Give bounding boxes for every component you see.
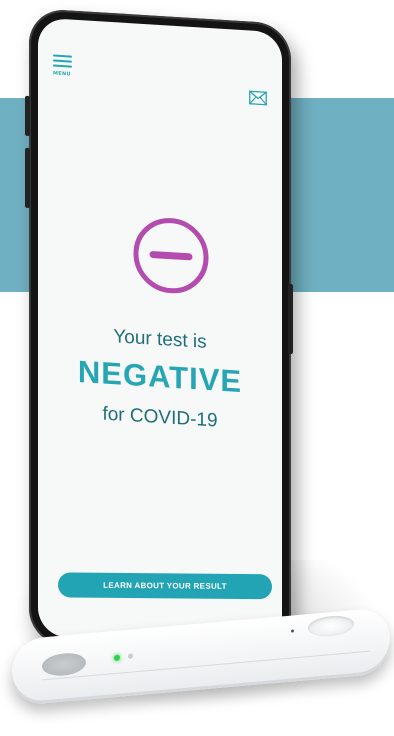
device-status-led <box>114 654 120 662</box>
hamburger-menu-icon[interactable]: MENU <box>53 54 81 86</box>
phone-power-button <box>288 283 293 355</box>
minus-circle-icon <box>133 218 209 294</box>
menu-label: MENU <box>53 70 71 78</box>
phone-screen: MENU Your test is NEGATIVE for COVID-19 … <box>38 17 282 651</box>
result-status: NEGATIVE <box>77 353 243 400</box>
device-indicator-dot <box>291 629 294 633</box>
result-disease-text: for COVID-19 <box>102 403 218 432</box>
device-sample-port <box>42 651 86 678</box>
smartphone: MENU Your test is NEGATIVE for COVID-19 … <box>25 8 293 661</box>
menu-bar <box>53 64 72 68</box>
device-sensor <box>128 653 133 659</box>
phone-volume-button <box>25 95 30 137</box>
learn-about-result-button[interactable]: LEARN ABOUT YOUR RESULT <box>58 572 272 600</box>
menu-bar <box>53 59 72 63</box>
device-test-well <box>308 614 354 639</box>
device-seam <box>42 650 370 681</box>
envelope-icon[interactable] <box>249 90 267 106</box>
phone-volume-button <box>25 147 30 209</box>
menu-bar <box>53 54 72 58</box>
